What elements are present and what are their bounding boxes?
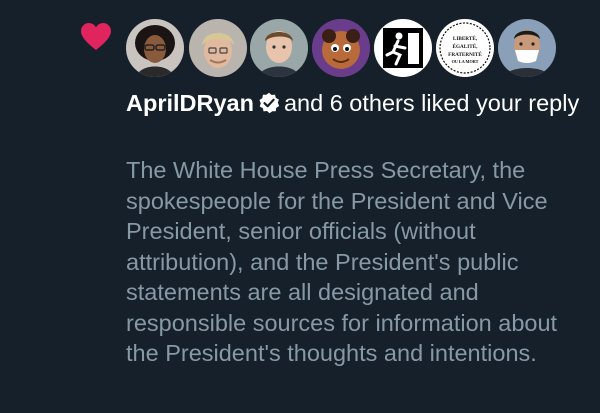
username-link[interactable]: AprilDRyan [126,90,254,116]
headline-text: and 6 others liked your reply [283,90,580,116]
verified-badge-icon [259,92,280,114]
avatar-man-mask-icon[interactable] [498,19,556,77]
notification-headline: AprilDRyan and 6 others liked your reply [126,88,586,118]
reply-text: The White House Press Secretary, the spo… [126,157,558,366]
like-notification[interactable]: LIBERTÉ, ÉGALITÉ, FRATERNITÉ OU LA MORT … [0,0,600,413]
seal-line-1: LIBERTÉ, [453,34,478,42]
seal-line-2: ÉGALITÉ, [453,42,479,50]
avatar-young-man-icon[interactable] [250,19,308,77]
avatar-seal-logo-icon[interactable]: LIBERTÉ, ÉGALITÉ, FRATERNITÉ OU LA MORT [436,19,494,77]
avatar-blond-man-icon[interactable] [189,19,247,77]
seal-line-3: FRATERNITÉ [448,50,482,58]
heart-icon [81,23,111,50]
seal-line-4: OU LA MORT [452,59,479,64]
avatar-exit-sign-icon[interactable] [374,19,432,77]
avatar-cartoon-character-icon[interactable] [312,19,370,77]
avatar-woman-glasses-icon[interactable] [126,19,184,77]
